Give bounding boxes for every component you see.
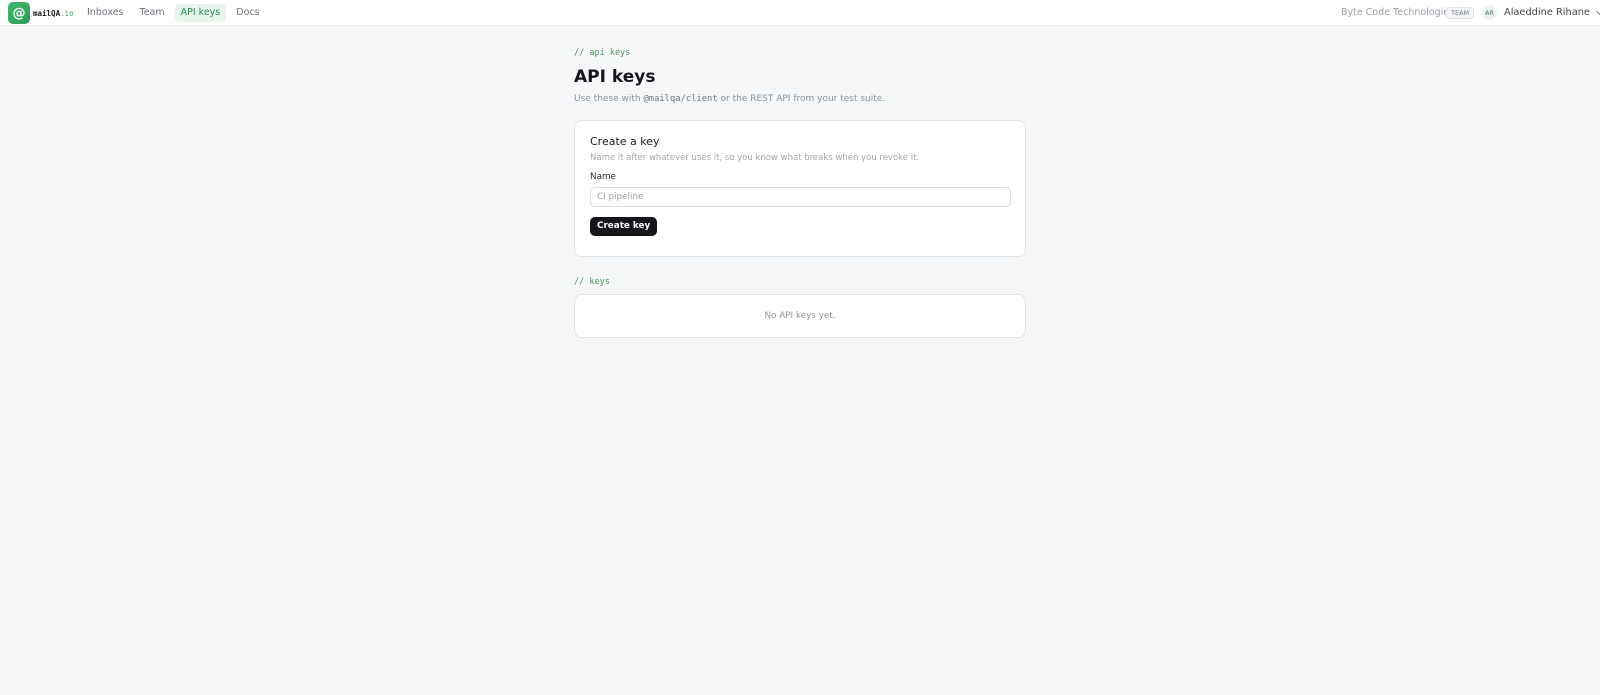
nav-link-inboxes[interactable]: Inboxes <box>81 4 130 22</box>
main-navigation: Inboxes Team API keys Docs <box>81 4 266 22</box>
api-keys-list: No API keys yet. <box>574 294 1026 338</box>
create-key-title: Create a key <box>590 135 660 148</box>
api-keys-page: // api keys API keys Use these with @mai… <box>574 46 1026 338</box>
empty-state-text: No API keys yet. <box>764 311 836 321</box>
page-eyebrow: // api keys <box>574 48 631 58</box>
client-package-code: @mailqa/client <box>643 94 718 104</box>
top-navigation-bar: @ mailQA.io Inboxes Team API keys Docs B… <box>0 0 1600 26</box>
name-field-label: Name <box>590 172 616 182</box>
page-title: API keys <box>574 67 656 87</box>
create-key-card: Create a key Name it after whatever uses… <box>574 120 1026 257</box>
keys-section-eyebrow: // keys <box>574 277 610 287</box>
brand-name: mailQA.io <box>33 8 74 18</box>
nav-link-docs[interactable]: Docs <box>230 4 265 22</box>
nav-link-api-keys[interactable]: API keys <box>174 4 227 22</box>
avatar: AR <box>1482 5 1497 20</box>
nav-link-team[interactable]: Team <box>134 4 171 22</box>
user-name: Alaeddine Rihane <box>1504 7 1590 18</box>
page-subtitle: Use these with @mailqa/client or the RES… <box>574 94 886 104</box>
at-sign-icon: @ <box>8 2 30 24</box>
user-menu[interactable]: AR Alaeddine Rihane <box>1482 5 1600 20</box>
brand-logo[interactable]: @ mailQA.io <box>8 2 74 24</box>
create-key-button[interactable]: Create key <box>590 217 658 236</box>
organization-name[interactable]: Byte Code Technologie <box>1341 7 1449 19</box>
create-key-description: Name it after whatever uses it, so you k… <box>590 153 920 163</box>
chevron-down-icon <box>1595 7 1600 15</box>
organization-plan-badge: TEAM <box>1446 7 1475 19</box>
key-name-input[interactable] <box>590 187 1011 207</box>
